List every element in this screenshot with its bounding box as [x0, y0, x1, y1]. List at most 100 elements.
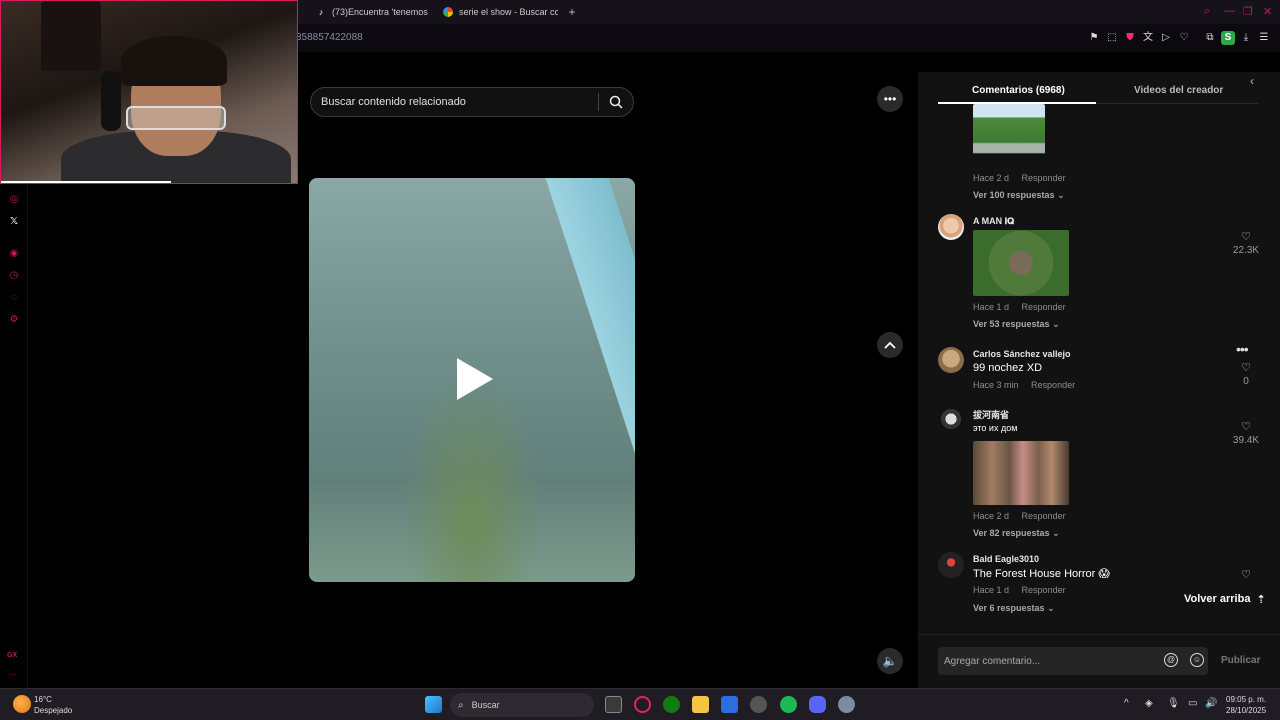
- close-window-icon[interactable]: ✕: [1263, 5, 1272, 18]
- spotify-icon[interactable]: [780, 696, 797, 713]
- taskbar-clock[interactable]: 09:05 p. m. 28/10/2025: [1226, 694, 1266, 716]
- reply-link[interactable]: Responder: [1022, 173, 1066, 183]
- tray-app-icon[interactable]: ◈: [1145, 698, 1153, 709]
- adblock-shield-icon[interactable]: ⛊: [1123, 31, 1137, 45]
- xbox-icon[interactable]: [663, 696, 680, 713]
- avatar[interactable]: [938, 214, 964, 240]
- webcam-overlay: [0, 0, 298, 184]
- like-button[interactable]: ♡ 39.4K: [1228, 420, 1264, 446]
- comment-username[interactable]: 拔河南省: [973, 408, 1009, 421]
- network-icon[interactable]: ▭: [1188, 698, 1197, 709]
- weather-widget[interactable]: 16°C Despejado: [34, 694, 72, 716]
- search-tabs-icon[interactable]: ⌕: [1204, 5, 1210, 18]
- extensions-icon[interactable]: ⧉: [1203, 31, 1217, 45]
- browser-tab-tiktok[interactable]: ♪ (73)Encuentra 'tenemos u: [316, 3, 428, 21]
- x-twitter-icon[interactable]: 𝕏: [8, 216, 20, 228]
- related-search-box[interactable]: Buscar contenido relacionado: [310, 87, 634, 117]
- volume-icon[interactable]: 🔈: [877, 648, 903, 674]
- avatar[interactable]: [938, 552, 964, 578]
- comment-image-thumbnail[interactable]: [973, 441, 1069, 505]
- avatar[interactable]: [938, 347, 964, 373]
- gx-logo-icon[interactable]: GX: [7, 652, 17, 659]
- background-poster: [41, 1, 101, 71]
- play-icon[interactable]: [457, 358, 493, 400]
- publish-button[interactable]: Publicar: [1221, 655, 1260, 666]
- comment-composer: Agregar comentario... @ ☺ Publicar: [918, 634, 1280, 688]
- view-replies-link[interactable]: Ver 53 respuestas ⌄: [973, 319, 1060, 330]
- browser-tab-google[interactable]: serie el show - Buscar co: [443, 3, 558, 21]
- profile-avatar-icon[interactable]: S: [1221, 31, 1235, 45]
- chat-icon[interactable]: ◌: [8, 292, 20, 304]
- view-replies-link[interactable]: Ver 100 respuestas ⌄: [973, 190, 1065, 201]
- comment-username[interactable]: A MAN 𝐢𝐐: [973, 216, 1014, 227]
- heart-icon[interactable]: ♡: [1177, 31, 1191, 45]
- comment-input-placeholder: Agregar comentario...: [944, 655, 1041, 667]
- like-button[interactable]: ♡: [1228, 568, 1264, 581]
- view-replies-link[interactable]: Ver 6 respuestas ⌄: [973, 603, 1055, 614]
- settings-gear-icon[interactable]: ⚙: [8, 314, 20, 326]
- view-replies-link[interactable]: Ver 82 respuestas ⌄: [973, 528, 1060, 539]
- app-icon[interactable]: [750, 696, 767, 713]
- weather-temperature: 16°C: [34, 695, 52, 704]
- tab-title: (73)Encuentra 'tenemos u: [332, 7, 428, 17]
- view-replies-label: Ver 100 respuestas: [973, 190, 1055, 200]
- speaker-icon[interactable]: 🔊: [1205, 698, 1217, 709]
- instagram-icon[interactable]: ◎: [8, 194, 20, 206]
- opera-sidebar: ◎ 𝕏 ◉ ◷ ◌ ⚙ GX ···: [0, 184, 28, 688]
- comment-username[interactable]: Bald Eagle3010: [973, 554, 1039, 564]
- like-button[interactable]: ♡ 0: [1228, 361, 1264, 387]
- settings-icon[interactable]: [838, 696, 855, 713]
- microsoft-store-icon[interactable]: [721, 696, 738, 713]
- more-dots-icon[interactable]: ···: [9, 670, 17, 679]
- comments-list[interactable]: Hace 2 d Responder Ver 100 respuestas ⌄ …: [918, 104, 1280, 634]
- taskbar-search[interactable]: ⌕ Buscar: [450, 693, 594, 717]
- comment-options-icon[interactable]: •••: [1236, 341, 1249, 357]
- video-column: Buscar contenido relacionado: [298, 72, 646, 688]
- reply-link[interactable]: Responder: [1022, 302, 1066, 312]
- reply-link[interactable]: Responder: [1031, 380, 1075, 390]
- chevron-down-icon: ⌄: [1047, 603, 1055, 613]
- file-explorer-icon[interactable]: [692, 696, 709, 713]
- history-icon[interactable]: ◷: [8, 270, 20, 282]
- microphone-icon[interactable]: 🎙: [1167, 698, 1180, 709]
- reply-link[interactable]: Responder: [1022, 585, 1066, 595]
- mention-at-icon[interactable]: @: [1164, 653, 1178, 667]
- bookmark-icon[interactable]: ⚑: [1087, 31, 1101, 45]
- windows-start-icon[interactable]: [425, 696, 442, 713]
- windows-taskbar: 16°C Despejado ⌕ Buscar ^ ◈ 🎙 ▭ 🔊 09:05 …: [0, 688, 1280, 720]
- like-count: 0: [1243, 376, 1249, 387]
- emoji-icon[interactable]: ☺: [1190, 653, 1204, 667]
- player-icon[interactable]: ▷: [1159, 31, 1173, 45]
- back-to-top-button[interactable]: Volver arriba ⇡: [1176, 588, 1274, 610]
- comment-image-thumbnail[interactable]: [973, 230, 1069, 296]
- video-player[interactable]: [309, 178, 635, 582]
- maximize-icon[interactable]: ❐: [1243, 5, 1253, 18]
- comment-image-thumbnail[interactable]: [973, 104, 1045, 168]
- minimize-icon[interactable]: —: [1224, 5, 1235, 17]
- tab-comments[interactable]: Comentarios (6968): [972, 85, 1065, 96]
- snapshot-icon[interactable]: ⬚: [1105, 31, 1119, 45]
- url-text[interactable]: 358857422088: [296, 32, 363, 43]
- download-icon[interactable]: ⤓: [1239, 31, 1253, 45]
- comment-input[interactable]: Agregar comentario... @ ☺: [938, 647, 1208, 675]
- like-button[interactable]: ♡ 22.3K: [1228, 230, 1264, 256]
- comment-meta: Hace 1 d Responder: [973, 585, 1066, 595]
- like-count: 22.3K: [1232, 245, 1260, 256]
- reply-link[interactable]: Responder: [1022, 511, 1066, 521]
- comment-username[interactable]: Carlos Sánchez vallejo: [973, 349, 1071, 359]
- translate-icon[interactable]: 文: [1141, 31, 1155, 45]
- search-icon[interactable]: [599, 87, 633, 117]
- menu-icon[interactable]: ☰: [1257, 31, 1271, 45]
- player-circle-icon[interactable]: ◉: [8, 248, 20, 260]
- task-view-icon[interactable]: [605, 696, 622, 713]
- tray-chevron-up-icon[interactable]: ^: [1124, 698, 1129, 709]
- avatar[interactable]: [938, 406, 964, 432]
- discord-icon[interactable]: [809, 696, 826, 713]
- new-tab-plus-icon[interactable]: +: [566, 6, 578, 18]
- tab-creator-videos[interactable]: Videos del creador: [1134, 85, 1223, 96]
- weather-sun-icon[interactable]: [13, 695, 31, 713]
- more-options-icon[interactable]: •••: [877, 86, 903, 112]
- related-search-input[interactable]: Buscar contenido relacionado: [311, 96, 598, 108]
- opera-gx-icon[interactable]: [634, 696, 651, 713]
- previous-video-chevron-up-icon[interactable]: [877, 332, 903, 358]
